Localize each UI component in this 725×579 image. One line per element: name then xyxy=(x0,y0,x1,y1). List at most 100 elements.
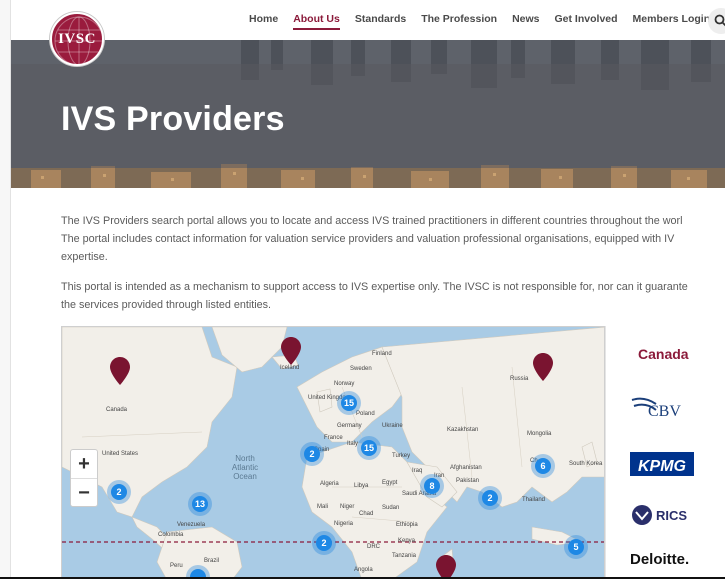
map-label-turkey: Turkey xyxy=(392,453,410,459)
map-label-finland: Finland xyxy=(372,351,392,357)
cluster-count: 2 xyxy=(487,493,492,503)
zoom-out-button[interactable]: − xyxy=(71,479,97,508)
map-label-germany: Germany xyxy=(337,423,362,429)
world-map: Finland Sweden Norway United Kingdom Pol… xyxy=(62,327,604,579)
map-pin-africa[interactable] xyxy=(436,555,456,579)
nav-news[interactable]: News xyxy=(512,13,539,30)
map-label-russia: Russia xyxy=(510,376,529,382)
map-cluster[interactable]: 5 xyxy=(564,535,588,559)
map-label-pakistan: Pakistan xyxy=(456,478,479,484)
map-cluster[interactable]: 13 xyxy=(188,492,212,516)
map-cluster[interactable]: 2 xyxy=(478,486,502,510)
map-label-sweden: Sweden xyxy=(350,366,372,372)
kpmg-logo-text: KPMG xyxy=(638,458,686,475)
map-cluster[interactable]: 2 xyxy=(107,480,131,504)
map-label-peru: Peru xyxy=(170,563,183,569)
nav-standards[interactable]: Standards xyxy=(355,13,406,30)
map-label-drc: DRC xyxy=(367,544,381,550)
map-label-angola: Angola xyxy=(354,567,373,573)
cluster-count: 15 xyxy=(364,443,374,453)
providers-map[interactable]: Finland Sweden Norway United Kingdom Pol… xyxy=(61,326,605,579)
ocean-label-line-1: North xyxy=(235,454,255,463)
cluster-count: 8 xyxy=(429,481,434,491)
window-left-edge xyxy=(0,0,11,579)
cluster-count: 13 xyxy=(195,499,205,509)
map-cluster[interactable]: 8 xyxy=(420,474,444,498)
map-label-venezuela: Venezuela xyxy=(177,522,206,528)
map-label-sudan: Sudan xyxy=(382,505,399,511)
intro-paragraph-1-line-3: expertise. xyxy=(61,251,108,263)
map-cluster[interactable]: 2 xyxy=(300,442,324,466)
providers-sidebar: Canada CBV KPMG RICS Deloitte. xyxy=(605,326,725,579)
map-label-poland: Poland xyxy=(356,411,375,417)
map-label-iraq: Iraq xyxy=(412,468,422,474)
map-label-chad: Chad xyxy=(359,511,373,517)
intro-paragraph-1-line-1: The IVS Providers search portal allows y… xyxy=(61,215,683,227)
map-label-kazakhstan: Kazakhstan xyxy=(447,427,478,433)
map-label-norway: Norway xyxy=(334,381,354,387)
page-title: IVS Providers xyxy=(61,100,285,138)
map-label-egypt: Egypt xyxy=(382,480,398,486)
map-label-mongolia: Mongolia xyxy=(527,431,552,437)
site-header: Home About Us Standards The Profession N… xyxy=(11,0,725,40)
ocean-label-line-2: Atlantic xyxy=(232,463,258,472)
intro-paragraph-2-line-2: the services provided through listed ent… xyxy=(61,299,272,311)
cluster-count: 2 xyxy=(116,487,121,497)
map-label-libya: Libya xyxy=(354,483,369,489)
intro-paragraph-2-line-1: This portal is intended as a mechanism t… xyxy=(61,281,688,293)
intro-text: The IVS Providers search portal allows y… xyxy=(61,212,725,326)
cbv-logo[interactable]: CBV xyxy=(630,394,700,427)
map-label-france: France xyxy=(324,435,343,441)
hero-banner: IVS Providers xyxy=(11,40,725,188)
map-label-nigeria: Nigeria xyxy=(334,521,354,527)
rics-logo-text: RICS xyxy=(656,508,687,523)
cbv-logo-text: CBV xyxy=(648,403,681,420)
map-label-brazil: Brazil xyxy=(204,558,219,564)
nav-the-profession[interactable]: The Profession xyxy=(421,13,497,30)
map-label-afghanistan: Afghanistan xyxy=(450,465,482,471)
cluster-count: 15 xyxy=(344,398,354,408)
map-zoom-control: + − xyxy=(70,449,98,507)
map-label-tanzania: Tanzania xyxy=(392,553,417,559)
map-cluster[interactable]: 15 xyxy=(357,436,381,460)
map-label-iceland: Iceland xyxy=(280,365,299,371)
map-label-italy: Italy xyxy=(347,441,358,447)
deloitte-logo[interactable]: Deloitte. xyxy=(630,548,702,575)
map-label-niger: Niger xyxy=(340,504,354,510)
nav-get-involved[interactable]: Get Involved xyxy=(555,13,618,30)
map-label-ethiopia: Ethiopia xyxy=(396,522,418,528)
cluster-count: 2 xyxy=(321,538,326,548)
rics-logo[interactable]: RICS xyxy=(630,502,700,535)
cluster-count: 6 xyxy=(540,461,545,471)
search-icon xyxy=(714,14,725,27)
map-label-kenya: Kenya xyxy=(398,538,416,544)
map-label-us: United States xyxy=(102,451,138,457)
deloitte-logo-text: Deloitte. xyxy=(630,551,689,568)
cluster-count: 5 xyxy=(573,542,578,552)
map-label-ukraine: Ukraine xyxy=(382,423,403,429)
cluster-count: 2 xyxy=(309,449,314,459)
kpmg-logo[interactable]: KPMG xyxy=(630,450,696,483)
sidebar-country-heading: Canada xyxy=(638,346,689,362)
nav-about-us[interactable]: About Us xyxy=(293,13,340,30)
map-label-mali: Mali xyxy=(317,504,328,510)
map-label-thailand: Thailand xyxy=(522,497,545,503)
intro-paragraph-2: This portal is intended as a mechanism t… xyxy=(61,278,725,314)
nav-home[interactable]: Home xyxy=(249,13,278,30)
intro-paragraph-1: The IVS Providers search portal allows y… xyxy=(61,212,725,266)
nav-members-login[interactable]: Members Login xyxy=(633,13,711,30)
map-cluster[interactable]: 2 xyxy=(312,531,336,555)
zoom-in-button[interactable]: + xyxy=(71,450,97,479)
map-cluster[interactable]: 15 xyxy=(337,391,361,415)
map-label-colombia: Colombia xyxy=(158,532,184,538)
map-label-algeria: Algeria xyxy=(320,481,339,487)
intro-paragraph-1-line-2: The portal includes contact information … xyxy=(61,233,675,245)
map-label-southkorea: South Korea xyxy=(569,461,603,467)
main-nav: Home About Us Standards The Profession N… xyxy=(249,13,725,30)
map-cluster[interactable]: 6 xyxy=(531,454,555,478)
ivsc-logo[interactable]: IVSC xyxy=(50,12,104,66)
map-label-canada: Canada xyxy=(106,407,128,413)
search-button[interactable] xyxy=(708,8,725,34)
ocean-label-line-3: Ocean xyxy=(233,472,257,481)
logo-text: IVSC xyxy=(58,30,96,47)
